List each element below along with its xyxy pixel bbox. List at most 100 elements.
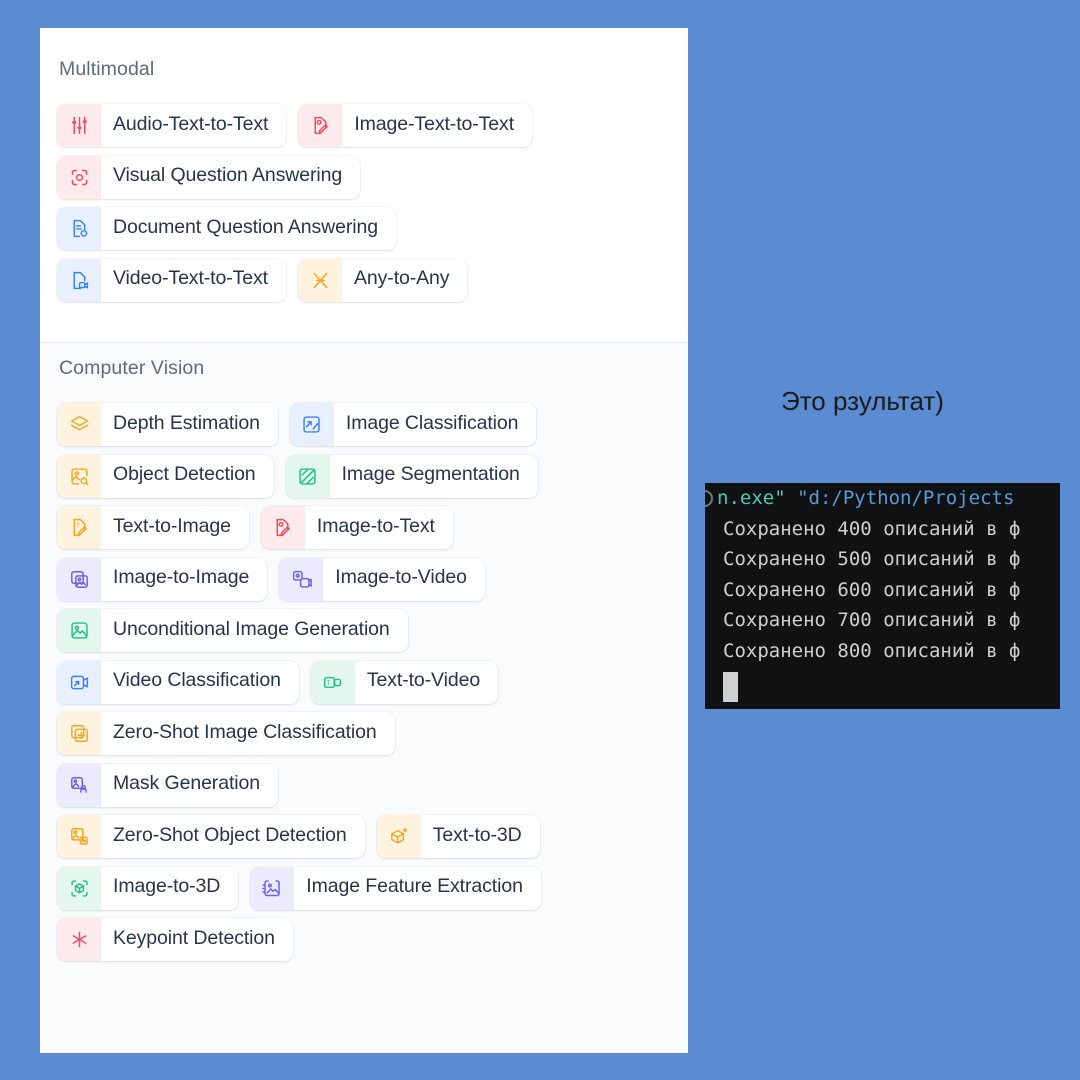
computer-vision-chip-list: Depth Estimation Image Classification Obje…: [57, 403, 541, 970]
terminal-text: Сохранено: [723, 639, 826, 662]
task-chip-label: Object Detection: [113, 463, 256, 486]
task-chip-keypoint-detection[interactable]: Keypoint Detection: [57, 918, 293, 961]
task-chip-label: Visual Question Answering: [113, 164, 343, 187]
terminal-count: 800: [837, 639, 872, 662]
terminal-line: Сохранено 600 описаний в ф: [705, 575, 1060, 606]
task-chip-label: Zero-Shot Image Classification: [113, 720, 377, 743]
task-chip-label: Image-to-3D: [113, 875, 221, 898]
text-image-pencil-icon: T: [57, 506, 101, 549]
russian-caption: Это рзультат): [781, 386, 944, 416]
task-chip-object-detection[interactable]: Object Detection: [57, 454, 274, 498]
image-sparkle-icon: [57, 609, 101, 652]
task-chip-zero-shot-image-classification[interactable]: Zero-Shot Image Classification: [57, 712, 395, 755]
task-chip-image-feature-extraction[interactable]: Image Feature Extraction: [250, 866, 541, 910]
terminal-gutter-circle-icon: [705, 490, 713, 507]
task-chip-text-to-3d[interactable]: Text-to-3D: [376, 815, 540, 858]
layers-icon: [57, 403, 101, 446]
task-chip-label: Mask Generation: [113, 772, 260, 795]
mask-generation-icon: [57, 763, 101, 807]
terminal-text: Сохранено: [723, 609, 826, 631]
chip-row: Depth Estimation Image Classification: [57, 403, 541, 446]
terminal-window[interactable]: n.exe" "d:/Python/Projects Сохранено 400 …: [705, 483, 1060, 709]
terminal-count: 500: [837, 548, 872, 570]
task-chip-label: Image-to-Text: [316, 514, 435, 537]
task-chip-video-classification[interactable]: Video Classification: [57, 660, 299, 704]
terminal-count: 700: [837, 609, 872, 631]
task-chip-image-segmentation[interactable]: Image Segmentation: [285, 454, 538, 498]
image-arrow-icon: [289, 403, 334, 446]
task-chip-depth-estimation[interactable]: Depth Estimation: [57, 403, 278, 446]
chip-row: T Text-to-Image Image-to-Text: [57, 506, 541, 549]
task-chip-video-text-to-text[interactable]: Video-Text-to-Text: [57, 258, 286, 302]
object-detect-icon: [57, 454, 101, 498]
terminal-count: 600: [837, 578, 872, 601]
chip-row: Audio-Text-to-Text Image-Text-to-Text: [57, 104, 533, 147]
task-chip-image-to-video[interactable]: Image-to-Video: [279, 557, 485, 601]
section-title-computer-vision: Computer Vision: [59, 357, 205, 379]
task-chip-text-to-video[interactable]: T Text-to-Video: [310, 660, 499, 704]
svg-text:T: T: [76, 523, 80, 530]
task-chip-image-to-text[interactable]: Image-to-Text: [260, 506, 453, 549]
task-chip-any-to-any[interactable]: Any-to-Any: [298, 258, 468, 302]
task-chip-label: Document Question Answering: [113, 215, 379, 238]
terminal-token: n.exe": [717, 487, 786, 509]
terminal-text-suffix: описаний в ф: [883, 639, 1021, 662]
feature-extraction-icon: [250, 866, 295, 910]
task-chip-zero-shot-object-detection[interactable]: Zero-Shot Object Detection: [57, 815, 365, 858]
chip-row: Document Question Answering: [57, 207, 532, 250]
task-chip-label: Image-Text-to-Text: [354, 112, 515, 135]
svg-text:T: T: [327, 679, 331, 686]
chip-row: Zero-Shot Object Detection Text-to-3D: [57, 815, 541, 858]
camera-question-icon: [57, 155, 101, 199]
task-chip-mask-generation[interactable]: Mask Generation: [57, 763, 278, 807]
terminal-text: Сохранено: [723, 548, 826, 570]
video-document-icon: [57, 258, 101, 302]
task-chip-visual-question-answering[interactable]: Visual Question Answering: [57, 155, 361, 199]
task-chip-audio-text-to-text[interactable]: Audio-Text-to-Text: [57, 104, 287, 147]
task-chip-label: Video Classification: [113, 669, 281, 692]
task-chip-image-to-image[interactable]: Image-to-Image: [57, 557, 268, 601]
terminal-token: "d:/Python/Projects: [797, 487, 1015, 509]
terminal-text-suffix: описаний в ф: [883, 517, 1021, 540]
image-to-3d-icon: [57, 866, 101, 910]
chip-row: Mask Generation: [57, 763, 541, 807]
task-chip-document-question-answering[interactable]: Document Question Answering: [57, 207, 397, 250]
audio-sliders-icon: [57, 104, 101, 147]
task-chip-label: Image Feature Extraction: [306, 875, 523, 898]
zero-shot-object-icon: [57, 815, 101, 858]
screenshot-seam: [40, 342, 688, 343]
task-categories-panel: Multimodal Audio-Text-to-Text Image-Text-…: [40, 28, 688, 1053]
task-chip-label: Video-Text-to-Text: [113, 267, 268, 290]
task-chip-label: Image Classification: [345, 411, 519, 434]
chip-row: Unconditional Image Generation: [57, 609, 541, 652]
task-chip-image-classification[interactable]: Image Classification: [289, 403, 537, 446]
any-to-any-icon: [298, 258, 342, 302]
section-title-multimodal: Multimodal: [59, 58, 155, 80]
terminal-text-suffix: описаний в ф: [883, 548, 1021, 570]
task-chip-label: Audio-Text-to-Text: [113, 112, 269, 135]
task-chip-text-to-image[interactable]: T Text-to-Image: [57, 506, 249, 549]
chip-row: Keypoint Detection: [57, 918, 541, 961]
chip-row: Object Detection Image Segmentation: [57, 454, 541, 498]
task-chip-image-text-to-text[interactable]: Image-Text-to-Text: [298, 104, 533, 147]
task-chip-label: Depth Estimation: [113, 411, 260, 434]
terminal-line: Сохранено 500 описаний в ф: [705, 544, 1060, 575]
text-to-video-icon: T: [310, 660, 355, 704]
task-chip-label: Text-to-Image: [113, 514, 231, 537]
terminal-cursor: [723, 672, 738, 702]
task-chip-unconditional-image-generation[interactable]: Unconditional Image Generation: [57, 609, 408, 652]
task-chip-label: Unconditional Image Generation: [113, 617, 390, 640]
chip-row: Visual Question Answering: [57, 155, 532, 199]
terminal-line: Сохранено 400 описаний в ф: [705, 514, 1060, 545]
task-chip-image-to-3d[interactable]: Image-to-3D: [57, 866, 239, 910]
task-chip-label: Image-to-Video: [335, 566, 467, 589]
image-to-image-icon: [57, 557, 101, 601]
terminal-text: Сохранено: [723, 578, 826, 601]
zero-shot-image-icon: [57, 712, 101, 755]
chip-row: Image-to-3D Image Feature Extraction: [57, 866, 541, 910]
image-text-doc-icon: [298, 104, 343, 147]
task-chip-label: Any-to-Any: [354, 267, 450, 290]
task-chip-label: Zero-Shot Object Detection: [113, 823, 347, 846]
chip-row: Video Classification T Text-to-Video: [57, 660, 541, 704]
